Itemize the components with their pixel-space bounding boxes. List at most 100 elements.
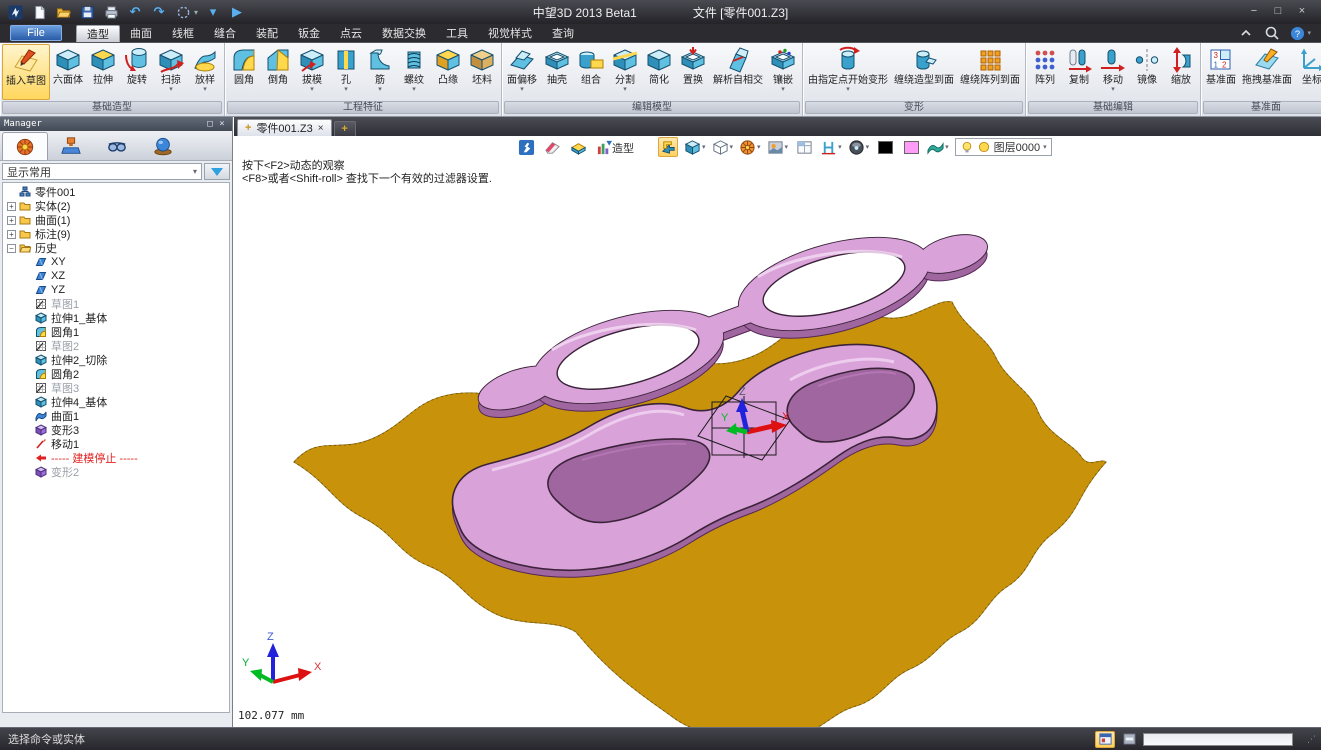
ribbon-button-copy[interactable]: 复制 [1062, 44, 1096, 100]
ribbon-button-sketch[interactable]: 插入草图 [2, 44, 50, 100]
tree-item[interactable]: 拉伸2_切除 [3, 353, 229, 367]
tree-item[interactable]: XY [3, 255, 229, 269]
menu-tab-item[interactable]: 缝合 [204, 25, 246, 42]
chevron-down-icon[interactable]: ▾ [1111, 86, 1115, 94]
redefine-tool[interactable] [658, 137, 678, 157]
ribbon-button-revolve[interactable]: 旋转 [120, 44, 154, 100]
edge-color-swatch[interactable] [875, 137, 895, 157]
menu-tab-item[interactable]: 查询 [542, 25, 584, 42]
layer-combo[interactable]: 图层0000▾ [955, 138, 1052, 156]
ribbon-button-scale[interactable]: 缩放 [1164, 44, 1198, 100]
ribbon-button-pattern[interactable]: 阵列 [1028, 44, 1062, 100]
tree-item[interactable]: 圆角1 [3, 325, 229, 339]
chevron-down-icon[interactable]: ▾ [378, 86, 382, 94]
menu-tab-item[interactable]: 线框 [162, 25, 204, 42]
filter-list-tool[interactable] [594, 137, 614, 157]
ribbon-button-shell[interactable]: 抽壳 [540, 44, 574, 100]
menu-tab-item[interactable]: 点云 [330, 25, 372, 42]
tree-item[interactable]: −历史 [3, 241, 229, 255]
filter-button[interactable] [204, 163, 230, 180]
ribbon-button-faceoffset[interactable]: 面偏移▾ [504, 44, 540, 100]
redo-icon[interactable]: ↷ [150, 3, 168, 21]
history-manager-tab[interactable] [2, 132, 48, 160]
ribbon-button-inlay[interactable]: 镶嵌▾ [766, 44, 800, 100]
print-icon[interactable] [102, 3, 120, 21]
background-settings[interactable]: ▾ [767, 137, 789, 157]
new-document-tab-button[interactable]: + [334, 121, 356, 136]
view-manager-tab[interactable] [140, 132, 186, 160]
entity-visibility[interactable]: ▾ [848, 137, 870, 157]
ribbon-button-fillet[interactable]: 圆角 [227, 44, 261, 100]
chevron-down-icon[interactable]: ▾ [846, 86, 850, 94]
chevron-down-icon[interactable]: ▾ [194, 8, 198, 17]
viewport-layout[interactable] [794, 137, 814, 157]
tree-item[interactable]: 零件001 [3, 185, 229, 199]
chevron-down-icon[interactable]: ▾ [866, 143, 870, 151]
menu-tab-item[interactable]: 数据交换 [372, 25, 436, 42]
manager-toggle-button[interactable] [1095, 731, 1115, 748]
escape-tool[interactable] [516, 137, 536, 157]
ribbon-button-thread[interactable]: 螺纹▾ [397, 44, 431, 100]
chevron-down-icon[interactable]: ▾ [344, 86, 348, 94]
chevron-down-icon[interactable]: ▾ [702, 143, 706, 151]
tree-expander[interactable]: + [7, 216, 16, 225]
ribbon-button-chamfer[interactable]: 倒角 [261, 44, 295, 100]
menu-tab-item[interactable]: 装配 [246, 25, 288, 42]
chevron-down-icon[interactable]: ▾ [520, 86, 524, 94]
tree-expander[interactable]: − [7, 244, 16, 253]
chevron-down-icon[interactable]: ▾ [781, 86, 785, 94]
tree-item[interactable]: 拉伸4_基体 [3, 395, 229, 409]
pick-filter-icon[interactable] [174, 3, 192, 21]
chevron-down-icon[interactable]: ▾ [838, 143, 842, 151]
ribbon-button-movebtn[interactable]: 移动▾ [1096, 44, 1130, 100]
ribbon-button-datum[interactable]: 312基准面 [1203, 44, 1239, 100]
tree-item[interactable]: 变形3 [3, 423, 229, 437]
section-view[interactable]: ▾ [820, 137, 842, 157]
search-icon[interactable] [1264, 25, 1280, 41]
layer-color-icon[interactable] [977, 140, 991, 154]
show-entities-tool[interactable] [568, 137, 588, 157]
close-button[interactable]: × [1291, 4, 1313, 20]
tree-item[interactable]: 变形2 [3, 465, 229, 479]
tree-item[interactable]: +曲面(1) [3, 213, 229, 227]
qat-menu-icon[interactable]: ▾ [204, 3, 222, 21]
ribbon-button-wrappattern[interactable]: 缠绕阵列到面 [957, 44, 1023, 100]
assembly-manager-tab[interactable] [48, 132, 94, 160]
chevron-down-icon[interactable]: ▾ [945, 143, 949, 151]
ribbon-button-rib[interactable]: 筋▾ [363, 44, 397, 100]
tree-item[interactable]: 移动1 [3, 437, 229, 451]
manager-close-icon[interactable]: × [216, 119, 228, 129]
close-tab-icon[interactable]: × [318, 123, 324, 134]
maximize-button[interactable]: □ [1267, 4, 1289, 20]
ribbon-button-draft[interactable]: 拔模▾ [295, 44, 329, 100]
ribbon-button-combine[interactable]: 组合 [574, 44, 608, 100]
undo-icon[interactable]: ↶ [126, 3, 144, 21]
minimize-button[interactable]: − [1243, 4, 1265, 20]
collapse-ribbon-icon[interactable] [1238, 25, 1254, 41]
save-file-icon[interactable] [78, 3, 96, 21]
tree-item[interactable]: +实体(2) [3, 199, 229, 213]
chevron-down-icon[interactable]: ▾ [169, 86, 173, 94]
ribbon-button-loft[interactable]: 放样▾ [188, 44, 222, 100]
menu-tab-item[interactable]: 视觉样式 [478, 25, 542, 42]
surface-display[interactable]: ▾ [927, 137, 949, 157]
tree-item[interactable]: 拉伸1_基体 [3, 311, 229, 325]
chevron-down-icon[interactable]: ▾ [730, 143, 734, 151]
ribbon-button-box[interactable]: 六面体 [50, 44, 86, 100]
new-file-icon[interactable] [30, 3, 48, 21]
tree-item[interactable]: ----- 建模停止 ----- [3, 451, 229, 465]
ribbon-button-stock[interactable]: 坯料 [465, 44, 499, 100]
open-file-icon[interactable] [54, 3, 72, 21]
manager-maximize-icon[interactable]: □ [204, 119, 216, 129]
chevron-down-icon[interactable]: ▾ [310, 86, 314, 94]
file-menu-button[interactable]: File [10, 25, 62, 41]
tree-item[interactable]: 草图1 [3, 297, 229, 311]
tree-expander[interactable]: + [7, 202, 16, 211]
tree-filter-combo[interactable]: 显示常用 ▾ [2, 163, 202, 180]
ribbon-button-simplify[interactable]: 简化 [642, 44, 676, 100]
ribbon-button-extrude[interactable]: 拉伸 [86, 44, 120, 100]
ribbon-button-replace[interactable]: 置换 [676, 44, 710, 100]
chevron-down-icon[interactable]: ▾ [757, 143, 761, 151]
ribbon-button-heal[interactable]: 解析自相交 [710, 44, 766, 100]
menu-tab-item[interactable]: 曲面 [120, 25, 162, 42]
